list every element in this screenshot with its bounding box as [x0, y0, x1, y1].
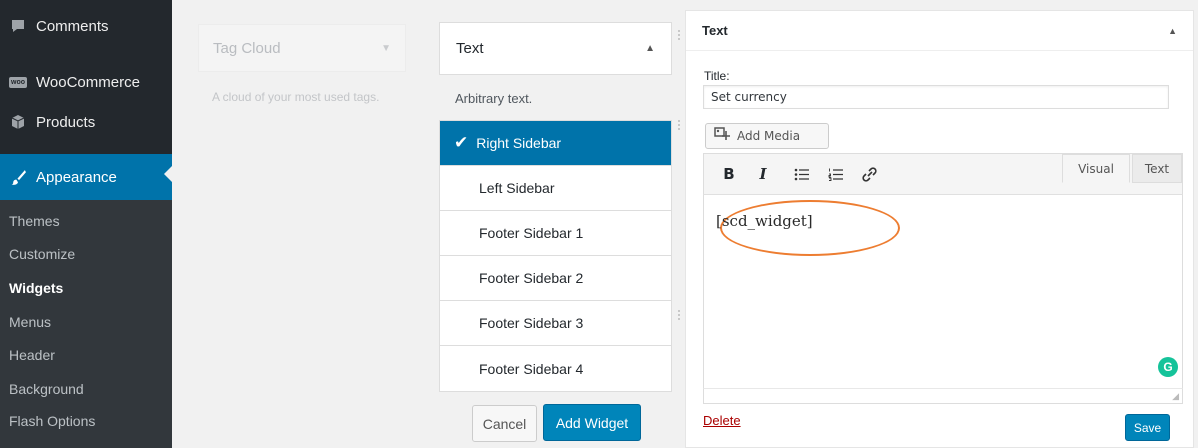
- title-input[interactable]: [703, 85, 1169, 109]
- sidebar-option-footer-4[interactable]: Footer Sidebar 4: [440, 346, 671, 391]
- menu-appearance[interactable]: Appearance: [0, 154, 172, 200]
- bullet-list-icon[interactable]: [789, 160, 815, 188]
- widget-tag-cloud-description: A cloud of your most used tags.: [212, 90, 380, 104]
- menu-woocommerce-label: WooCommerce: [36, 73, 140, 91]
- add-widget-button[interactable]: Add Widget: [543, 404, 641, 441]
- add-media-icon: [714, 127, 730, 145]
- submenu-menus[interactable]: Menus: [9, 314, 51, 330]
- drag-handle-dots: [678, 120, 682, 130]
- text-widget-panel: Text ▲ Title: Add Media Visual Text B I …: [685, 10, 1194, 448]
- italic-icon[interactable]: I: [750, 160, 776, 188]
- tab-text[interactable]: Text: [1132, 154, 1182, 183]
- editor-content[interactable]: [scd_widget]: [716, 212, 813, 230]
- woo-badge: woo: [9, 76, 27, 88]
- chevron-up-icon[interactable]: ▲: [645, 43, 655, 54]
- chooser-widget-description: Arbitrary text.: [455, 91, 533, 106]
- bold-icon[interactable]: B: [716, 160, 742, 188]
- cancel-button[interactable]: Cancel: [472, 405, 537, 442]
- menu-comments[interactable]: Comments: [0, 6, 172, 46]
- add-media-button[interactable]: Add Media: [705, 123, 829, 149]
- menu-woocommerce[interactable]: woo WooCommerce: [0, 62, 172, 102]
- appearance-submenu: Themes Customize Widgets Menus Header Ba…: [0, 200, 172, 448]
- woocommerce-icon: woo: [0, 76, 36, 88]
- drag-handle-dots: [678, 30, 682, 40]
- numbered-list-icon[interactable]: [823, 160, 849, 188]
- submenu-header[interactable]: Header: [9, 347, 55, 363]
- sidebar-option-label: Left Sidebar: [479, 180, 555, 196]
- available-widgets: Tag Cloud ▼ A cloud of your most used ta…: [172, 0, 430, 448]
- admin-sidebar: Comments woo WooCommerce Products Appear…: [0, 0, 172, 448]
- paintbrush-icon: [0, 169, 36, 186]
- widget-tag-cloud-title: Tag Cloud: [213, 39, 281, 57]
- submenu-flash-options[interactable]: Flash Options: [9, 413, 95, 429]
- widget-tag-cloud[interactable]: Tag Cloud ▼: [198, 24, 406, 72]
- drag-handle-dots: [678, 310, 682, 320]
- add-media-label: Add Media: [737, 129, 801, 143]
- sidebar-option-left[interactable]: Left Sidebar: [440, 166, 671, 211]
- submenu-themes[interactable]: Themes: [9, 213, 60, 229]
- menu-products[interactable]: Products: [0, 102, 172, 142]
- sidebar-chooser-list: ✔ Right Sidebar Left Sidebar Footer Side…: [439, 120, 672, 392]
- editor-statusbar: ◢: [703, 388, 1183, 404]
- text-widget-header-title: Text: [702, 23, 728, 38]
- sidebar-option-label: Footer Sidebar 3: [479, 315, 584, 331]
- chooser-widget-header[interactable]: Text ▲: [439, 22, 672, 75]
- chooser-widget-title: Text: [456, 40, 484, 57]
- sidebar-option-right[interactable]: ✔ Right Sidebar: [440, 121, 671, 166]
- text-widget-header[interactable]: Text ▲: [686, 11, 1193, 51]
- sidebar-option-footer-3[interactable]: Footer Sidebar 3: [440, 301, 671, 346]
- sidebar-option-footer-2[interactable]: Footer Sidebar 2: [440, 256, 671, 301]
- sidebar-option-label: Footer Sidebar 1: [479, 225, 584, 241]
- submenu-customize[interactable]: Customize: [9, 246, 75, 262]
- chevron-up-icon[interactable]: ▲: [1168, 26, 1177, 36]
- products-cube-icon: [0, 114, 36, 130]
- title-label: Title:: [704, 69, 730, 83]
- comment-bubble-icon: [0, 18, 36, 34]
- menu-products-label: Products: [36, 113, 96, 131]
- save-button[interactable]: Save: [1125, 414, 1170, 441]
- menu-comments-label: Comments: [36, 17, 109, 35]
- checkmark-icon: ✔: [454, 133, 469, 152]
- sidebar-option-footer-1[interactable]: Footer Sidebar 1: [440, 211, 671, 256]
- tab-visual[interactable]: Visual: [1062, 154, 1130, 183]
- sidebar-option-label: Footer Sidebar 2: [479, 270, 584, 286]
- menu-appearance-label: Appearance: [36, 168, 117, 186]
- sidebar-option-label: Footer Sidebar 4: [479, 360, 584, 377]
- sidebar-option-label: Right Sidebar: [476, 135, 562, 151]
- resize-handle-icon[interactable]: ◢: [1172, 391, 1179, 402]
- delete-link[interactable]: Delete: [703, 413, 741, 428]
- chevron-down-icon: ▼: [381, 42, 391, 54]
- visual-editor[interactable]: [scd_widget] G: [703, 195, 1183, 389]
- link-icon[interactable]: [856, 160, 882, 188]
- submenu-background[interactable]: Background: [9, 381, 84, 397]
- submenu-widgets[interactable]: Widgets: [9, 280, 63, 296]
- grammarly-icon[interactable]: G: [1158, 357, 1178, 377]
